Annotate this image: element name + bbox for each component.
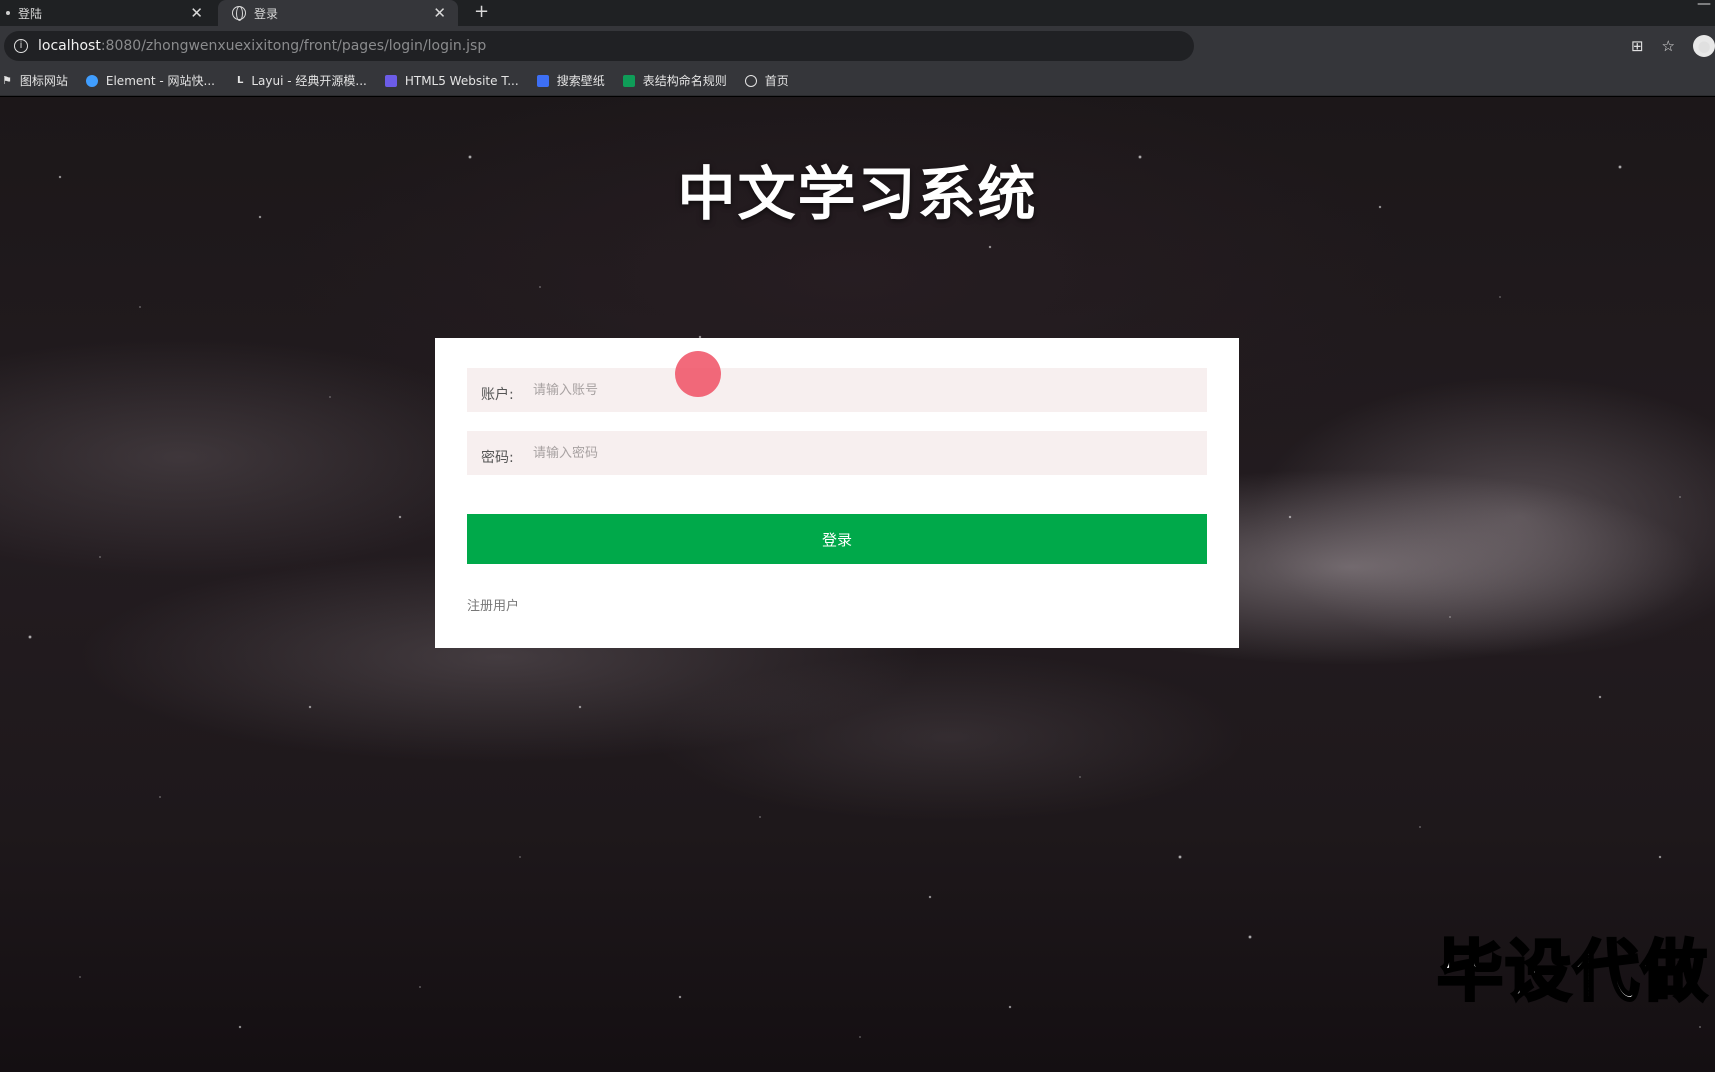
layui-icon: L: [236, 74, 244, 86]
page-title: 中文学习系统: [677, 160, 1038, 228]
bookmarks-bar: ⚑ 图标网站 Element - 网站快... L Layui - 经典开源模.…: [0, 66, 1715, 96]
bookmark-label: 图标网站: [19, 74, 68, 88]
account-input[interactable]: [533, 368, 1207, 412]
login-form-card: 账户: 密码: 登录 注册用户: [435, 338, 1239, 648]
browser-address-bar: i localhost :8080/zhongwenxuexixitong/fr…: [0, 26, 1715, 66]
bookmark-item[interactable]: HTML5 Website T...: [384, 73, 519, 88]
tab-label: 登录: [254, 6, 279, 21]
tab-globe-icon: [232, 6, 246, 21]
watermark-text: 毕设代做: [1436, 932, 1709, 1012]
url-path: :8080/zhongwenxuexixitong/front/pages/lo…: [100, 38, 487, 54]
bookmark-star-icon[interactable]: ☆: [1662, 37, 1675, 55]
translate-icon[interactable]: ⊞: [1631, 37, 1644, 55]
tab-login-active[interactable]: 登录 ✕: [218, 0, 458, 26]
bookmark-item[interactable]: Element - 网站快...: [85, 72, 215, 89]
bookmark-item[interactable]: 搜索壁纸: [536, 72, 605, 89]
account-field-row: 账户:: [467, 368, 1207, 412]
profile-incognito-icon[interactable]: ●: [1693, 35, 1715, 57]
table-icon: [622, 74, 635, 87]
search-bookmark-icon: [536, 74, 549, 87]
tab-loading-dot-icon: [6, 11, 10, 15]
bookmark-label: Element - 网站快...: [105, 74, 215, 88]
cursor-highlight: [675, 351, 721, 397]
account-label: 账户:: [481, 387, 514, 403]
tab-close-icon[interactable]: ✕: [433, 4, 446, 22]
password-input[interactable]: [533, 431, 1207, 475]
bookmark-label: Layui - 经典开源模...: [251, 74, 367, 88]
register-user-link[interactable]: 注册用户: [467, 595, 519, 614]
bookmark-label: 搜索壁纸: [556, 74, 605, 88]
element-icon: [85, 74, 98, 87]
login-button[interactable]: 登录: [467, 514, 1207, 564]
tab-login-inactive[interactable]: 登陆 ✕: [0, 0, 215, 26]
address-bar-actions: ⊞ ☆ ●: [1631, 26, 1715, 66]
new-tab-button[interactable]: +: [474, 1, 489, 23]
flag-icon: ⚑: [2, 73, 12, 87]
tab-close-icon[interactable]: ✕: [190, 4, 203, 22]
url-omnibox[interactable]: i localhost :8080/zhongwenxuexixitong/fr…: [4, 31, 1194, 61]
login-page: 中文学习系统 账户: 密码: 登录 注册用户 毕设代做: [0, 97, 1715, 1072]
tab-label: 登陆: [18, 6, 43, 21]
url-host: localhost: [38, 38, 101, 54]
html5-icon: [384, 74, 397, 87]
bookmark-label: 表结构命名规则: [642, 74, 727, 88]
bookmark-item[interactable]: L Layui - 经典开源模...: [237, 72, 367, 89]
bookmark-item[interactable]: 表结构命名规则: [622, 72, 727, 89]
bookmark-label: HTML5 Website T...: [404, 73, 519, 88]
window-minimize-icon[interactable]: —: [1697, 0, 1711, 12]
globe-icon: [744, 74, 757, 87]
bookmark-item[interactable]: 首页: [744, 72, 789, 89]
browser-tab-bar: 登陆 ✕ 登录 ✕ + —: [0, 0, 1715, 26]
password-field-row: 密码:: [467, 431, 1207, 475]
password-label: 密码:: [481, 450, 514, 466]
site-info-icon[interactable]: i: [14, 39, 28, 53]
bookmark-label: 首页: [764, 74, 789, 88]
bookmark-item[interactable]: ⚑ 图标网站: [2, 72, 68, 89]
